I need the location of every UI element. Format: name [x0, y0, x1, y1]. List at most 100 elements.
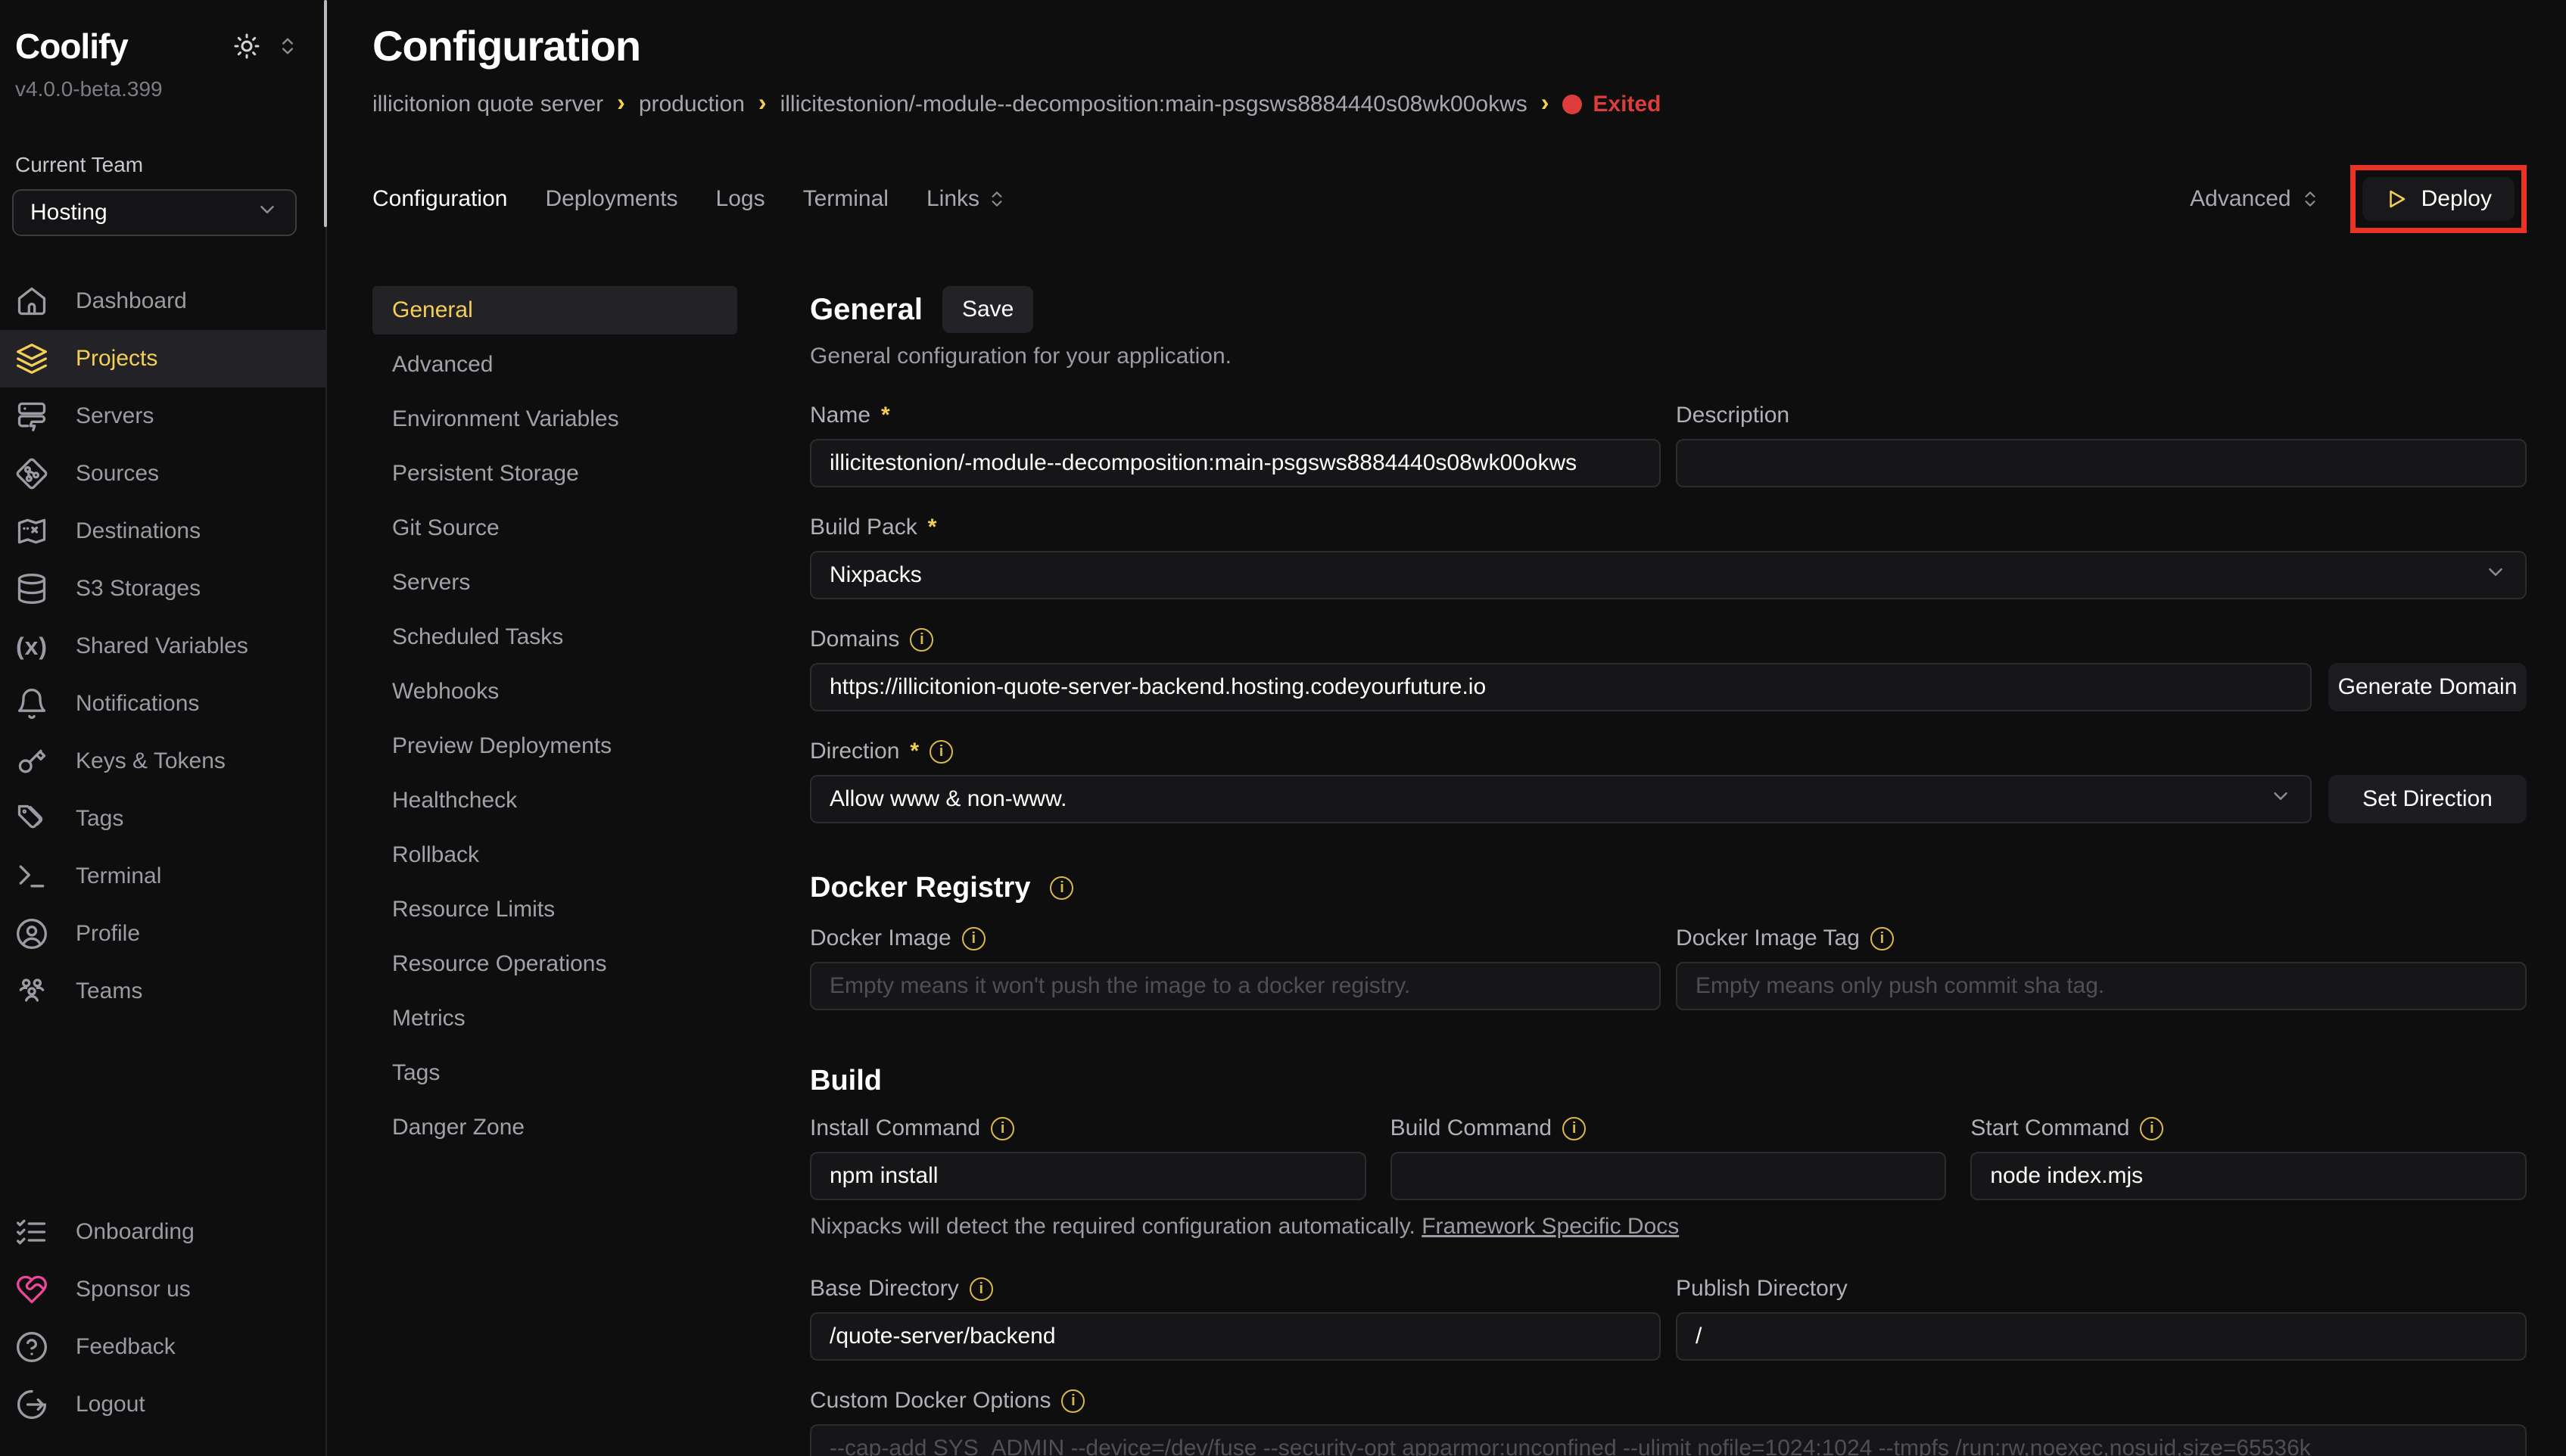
docker-image-input[interactable] [810, 962, 1661, 1010]
theme-toggle-sun-icon[interactable] [233, 33, 260, 60]
subnav-item-scheduled-tasks[interactable]: Scheduled Tasks [372, 613, 737, 661]
terminal-icon [15, 860, 48, 893]
subnav-item-tags[interactable]: Tags [372, 1049, 737, 1097]
base-directory-label: Base Directory [810, 1276, 959, 1302]
start-command-input[interactable] [1970, 1152, 2527, 1200]
breadcrumb-environment[interactable]: production [639, 92, 745, 117]
info-icon[interactable]: i [962, 927, 986, 950]
git-source-icon [15, 457, 48, 490]
subnav-item-rollback[interactable]: Rollback [372, 831, 737, 879]
deploy-annotation-box: Deploy [2350, 165, 2527, 233]
subnav-item-resource-limits[interactable]: Resource Limits [372, 885, 737, 934]
framework-docs-link[interactable]: Framework Specific Docs [1422, 1214, 1679, 1239]
key-icon [15, 745, 48, 778]
sidebar-item-projects[interactable]: Projects [0, 330, 325, 387]
server-icon [15, 400, 48, 433]
sidebar-item-feedback[interactable]: Feedback [0, 1318, 325, 1376]
sidebar-item-dashboard[interactable]: Dashboard [0, 272, 325, 330]
build-pack-select[interactable]: Nixpacks [810, 551, 2527, 599]
users-icon [15, 975, 48, 1008]
sidebar-item-label: Projects [76, 346, 157, 372]
info-icon[interactable]: i [930, 740, 953, 764]
sidebar-item-onboarding[interactable]: Onboarding [0, 1203, 325, 1261]
publish-directory-label: Publish Directory [1676, 1276, 1848, 1302]
sidebar-item-terminal[interactable]: Terminal [0, 848, 325, 905]
logout-icon [15, 1388, 48, 1421]
subnav-item-metrics[interactable]: Metrics [372, 994, 737, 1043]
subnav-item-danger-zone[interactable]: Danger Zone [372, 1103, 737, 1152]
user-circle-icon [15, 917, 48, 950]
subnav-item-persistent-storage[interactable]: Persistent Storage [372, 450, 737, 498]
info-icon[interactable]: i [1050, 876, 1073, 900]
start-command-label: Start Command [1970, 1115, 2129, 1141]
subnav-item-webhooks[interactable]: Webhooks [372, 667, 737, 716]
description-label: Description [1676, 403, 1789, 428]
subnav-item-healthcheck[interactable]: Healthcheck [372, 776, 737, 825]
info-icon[interactable]: i [970, 1277, 993, 1301]
subnav-item-preview-deployments[interactable]: Preview Deployments [372, 722, 737, 770]
domains-input[interactable] [810, 663, 2312, 711]
set-direction-button[interactable]: Set Direction [2328, 775, 2527, 823]
info-icon[interactable]: i [1061, 1389, 1085, 1413]
sidebar-item-teams[interactable]: Teams [0, 963, 325, 1020]
status-text: Exited [1593, 92, 1661, 117]
breadcrumb: illicitonion quote server › production ›… [372, 90, 2527, 118]
description-input[interactable] [1676, 439, 2527, 487]
sidebar-item-sources[interactable]: Sources [0, 445, 325, 502]
sidebar-item-label: Logout [76, 1392, 145, 1417]
app-version: v4.0.0-beta.399 [0, 67, 325, 101]
tab-deployments[interactable]: Deployments [545, 186, 677, 212]
tab-terminal[interactable]: Terminal [803, 186, 889, 212]
direction-select[interactable]: Allow www & non-www. [810, 775, 2312, 823]
sidebar-item-keys-tokens[interactable]: Keys & Tokens [0, 733, 325, 790]
sidebar-item-label: Shared Variables [76, 633, 248, 659]
sidebar-item-s3-storages[interactable]: S3 Storages [0, 560, 325, 618]
breadcrumb-application[interactable]: illicitestonion/-module--decomposition:m… [780, 92, 1527, 117]
sidebar-item-tags[interactable]: Tags [0, 790, 325, 848]
sidebar-item-logout[interactable]: Logout [0, 1376, 325, 1433]
sidebar-item-label: S3 Storages [76, 576, 201, 602]
sidebar-item-notifications[interactable]: Notifications [0, 675, 325, 733]
sidebar-item-shared-variables[interactable]: (x) Shared Variables [0, 618, 325, 675]
play-icon [2385, 188, 2408, 210]
sidebar-item-label: Notifications [76, 691, 199, 717]
info-icon[interactable]: i [1562, 1117, 1586, 1140]
custom-docker-options-input[interactable] [810, 1424, 2527, 1456]
info-icon[interactable]: i [910, 628, 933, 652]
save-button[interactable]: Save [942, 286, 1033, 333]
advanced-dropdown[interactable]: Advanced [2190, 186, 2319, 212]
team-select[interactable]: Hosting [12, 189, 297, 236]
subnav-item-git-source[interactable]: Git Source [372, 504, 737, 552]
map-icon [15, 515, 48, 548]
tab-configuration[interactable]: Configuration [372, 186, 507, 212]
info-icon[interactable]: i [2140, 1117, 2163, 1140]
info-icon[interactable]: i [991, 1117, 1014, 1140]
deploy-button[interactable]: Deploy [2362, 177, 2515, 221]
breadcrumb-project[interactable]: illicitonion quote server [372, 92, 603, 117]
sidebar-item-profile[interactable]: Profile [0, 905, 325, 963]
subnav-item-environment-variables[interactable]: Environment Variables [372, 395, 737, 443]
custom-docker-options-label: Custom Docker Options [810, 1388, 1051, 1414]
tab-logs[interactable]: Logs [716, 186, 765, 212]
sidebar-item-servers[interactable]: Servers [0, 387, 325, 445]
sidebar-item-destinations[interactable]: Destinations [0, 502, 325, 560]
subnav-item-resource-operations[interactable]: Resource Operations [372, 940, 737, 988]
generate-domain-button[interactable]: Generate Domain [2328, 663, 2527, 711]
info-icon[interactable]: i [1870, 927, 1894, 950]
subnav-item-servers[interactable]: Servers [372, 558, 737, 607]
subnav-item-general[interactable]: General [372, 286, 737, 334]
home-icon [15, 285, 48, 318]
docker-image-tag-input[interactable] [1676, 962, 2527, 1010]
publish-directory-input[interactable] [1676, 1312, 2527, 1361]
install-command-input[interactable] [810, 1152, 1366, 1200]
nixpacks-hint: Nixpacks will detect the required config… [810, 1214, 2527, 1240]
build-command-input[interactable] [1390, 1152, 1947, 1200]
required-asterisk: * [928, 515, 937, 540]
app-root: Coolify v4.0.0-beta.399 Current Team Hos… [0, 0, 2566, 1456]
subnav-item-advanced[interactable]: Advanced [372, 341, 737, 389]
theme-select-chevrons-icon[interactable] [277, 36, 298, 57]
name-input[interactable] [810, 439, 1661, 487]
base-directory-input[interactable] [810, 1312, 1661, 1361]
sidebar-item-sponsor[interactable]: Sponsor us [0, 1261, 325, 1318]
tab-links[interactable]: Links [926, 186, 1007, 212]
